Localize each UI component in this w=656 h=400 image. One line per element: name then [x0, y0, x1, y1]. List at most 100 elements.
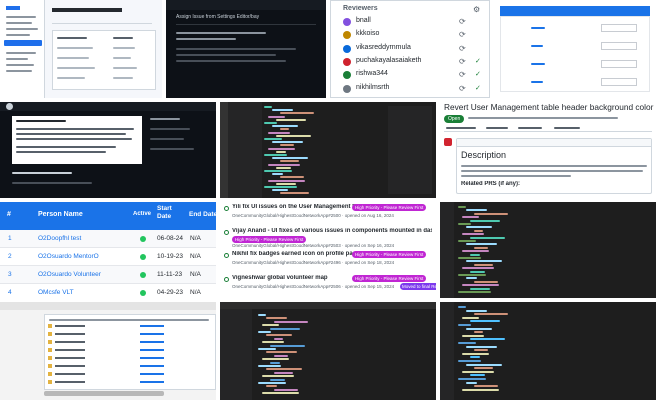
pr-tab-bar[interactable]: [444, 126, 652, 132]
editor-tabs[interactable]: [220, 302, 436, 309]
table-row[interactable]: 2 O2Osuardo MentorO 10-19-23 N/A: [0, 248, 216, 266]
code-token: [266, 351, 297, 354]
row-index: 3: [8, 271, 12, 278]
file-icon: [48, 372, 52, 376]
code-editor[interactable]: [458, 206, 648, 296]
reviewer-name[interactable]: rishwa344: [356, 70, 388, 77]
file-link[interactable]: [140, 349, 164, 351]
tile-vscode-editor: [220, 102, 436, 198]
file-name[interactable]: [55, 381, 85, 383]
blue-table-header: [500, 6, 650, 16]
code-editor[interactable]: [258, 314, 428, 398]
code-token: [458, 291, 491, 293]
code-token: [474, 349, 488, 352]
tile-dark-editor: [220, 302, 436, 400]
table-input[interactable]: [601, 24, 637, 32]
code-token: [258, 382, 286, 384]
settings-tabs[interactable]: [52, 18, 152, 24]
file-name[interactable]: [55, 357, 85, 359]
file-name[interactable]: [55, 341, 85, 343]
code-token: [272, 125, 298, 128]
code-token: [274, 320, 308, 323]
table-row[interactable]: 4 OMcsfe VLT 04-29-23 N/A: [0, 284, 216, 298]
tile-people-table: # Person Name Active Start Date End Date…: [0, 202, 216, 298]
file-link[interactable]: [140, 381, 164, 383]
check-icon: ✓: [475, 56, 481, 65]
table-input[interactable]: [601, 60, 637, 68]
code-token: [462, 250, 489, 253]
gear-icon[interactable]: ⚙: [473, 5, 480, 14]
code-editor[interactable]: [264, 106, 384, 196]
file-name[interactable]: [55, 349, 85, 351]
sidebar-item-active[interactable]: [4, 40, 42, 46]
sync-icon[interactable]: ⟳: [459, 17, 466, 26]
file-name[interactable]: [55, 325, 85, 327]
table-row[interactable]: 1 O2Doopfhl test 06-08-24 N/A: [0, 230, 216, 248]
code-token: [470, 287, 490, 290]
person-name[interactable]: O2Doopfhl test: [38, 235, 81, 242]
priority-badge[interactable]: High Priority - Please Review First: [232, 235, 307, 243]
code-token: [264, 186, 297, 188]
line-gutter: [440, 302, 454, 400]
code-token: [474, 246, 488, 249]
code-token: [268, 163, 300, 166]
file-link[interactable]: [140, 357, 164, 359]
person-name[interactable]: O2Osuardo MentorO: [38, 253, 99, 260]
file-link[interactable]: [140, 365, 164, 367]
issue-description-panel: [12, 116, 142, 164]
file-link[interactable]: [140, 373, 164, 375]
reviewer-name[interactable]: bnall: [356, 17, 371, 24]
sync-icon[interactable]: ⟳: [459, 70, 466, 79]
file-table-scrollbar[interactable]: [44, 391, 164, 396]
issue-meta: OneCommunityGlobal/HighestGoodNetworkApp…: [232, 260, 395, 265]
code-token: [264, 138, 282, 140]
end-date: N/A: [190, 253, 201, 260]
code-token: [462, 388, 499, 391]
avatar[interactable]: [444, 138, 452, 146]
sync-icon[interactable]: ⟳: [459, 57, 466, 66]
repo-tab-bar[interactable]: [176, 24, 316, 25]
priority-badge[interactable]: High Priority - Please Review First: [352, 274, 427, 282]
table-input[interactable]: [601, 42, 637, 50]
file-link[interactable]: [140, 325, 164, 327]
file-link[interactable]: [140, 341, 164, 343]
tile-file-table: [0, 302, 216, 400]
priority-badge[interactable]: High Priority - Please Review First: [352, 204, 427, 211]
person-name[interactable]: OMcsfe VLT: [38, 289, 74, 296]
reviewer-name[interactable]: kkkoiso: [356, 30, 379, 37]
github-logo-icon[interactable]: [6, 103, 13, 110]
issue-meta: OneCommunityGlobal/HighestGoodNetworkApp…: [232, 213, 394, 218]
code-token: [258, 365, 281, 367]
code-token: [262, 358, 289, 361]
priority-badge[interactable]: High Priority - Please Review First: [352, 251, 427, 258]
sync-icon[interactable]: ⟳: [459, 44, 466, 53]
table-input[interactable]: [601, 78, 637, 86]
code-token: [268, 147, 295, 150]
code-token: [262, 341, 284, 344]
sync-icon[interactable]: ⟳: [459, 30, 466, 39]
reviewer-name[interactable]: vikasreddyrnmula: [356, 44, 411, 51]
start-date: 10-19-23: [157, 253, 184, 260]
file-name[interactable]: [55, 365, 85, 367]
table-row[interactable]: 3 O2Osuardo Volunteer 11-11-23 N/A: [0, 266, 216, 284]
row-index: 1: [8, 235, 12, 242]
issue-title[interactable]: Vijay Anand - UI fixes of various issues…: [232, 228, 432, 234]
issue-open-icon: [224, 206, 229, 211]
file-name[interactable]: [55, 373, 85, 375]
reviewer-name[interactable]: puchakayalasaiaketh: [356, 57, 421, 64]
code-editor[interactable]: [458, 306, 648, 396]
settings-page-title: [52, 8, 122, 12]
code-token: [462, 233, 484, 236]
active-status-dot: [140, 272, 146, 278]
sync-icon[interactable]: ⟳: [459, 84, 466, 93]
code-token: [258, 348, 276, 350]
file-link[interactable]: [140, 333, 164, 335]
minimap: [388, 106, 432, 194]
code-token: [466, 381, 477, 384]
file-name[interactable]: [55, 333, 85, 335]
issue-open-icon: [224, 276, 229, 282]
issue-meta: OneCommunityGlobal/HighestGoodNetworkApp…: [232, 283, 395, 289]
reviewer-name[interactable]: nikhilmsrth: [356, 84, 389, 91]
person-name[interactable]: O2Osuardo Volunteer: [38, 271, 101, 278]
code-token: [276, 182, 296, 185]
